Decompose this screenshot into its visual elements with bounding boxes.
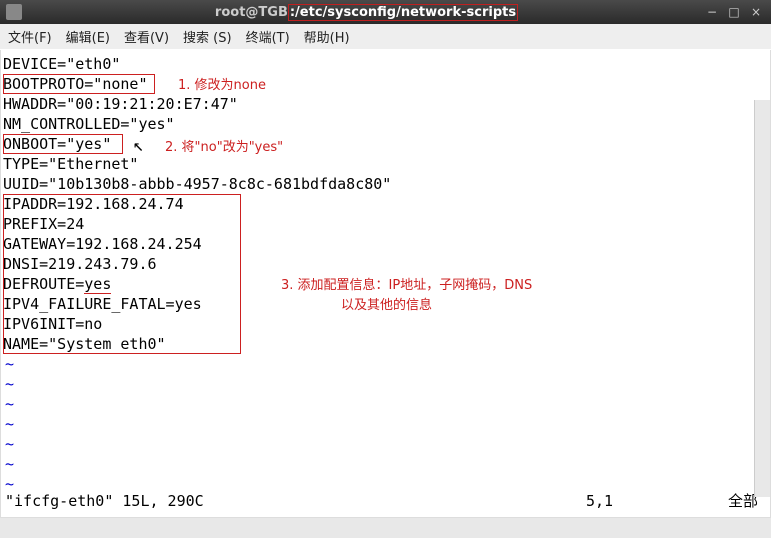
config-line: DEFROUTE=yes	[3, 274, 768, 294]
config-line: IPV4_FAILURE_FATAL=yes	[3, 294, 768, 314]
config-line: DNSI=219.243.79.6	[3, 254, 768, 274]
maximize-button[interactable]: □	[725, 4, 743, 20]
config-line: GATEWAY=192.168.24.254	[3, 234, 768, 254]
config-line: DEVICE="eth0"	[3, 54, 768, 74]
menu-file[interactable]: 文件(F)	[8, 27, 52, 46]
menu-terminal[interactable]: 终端(T)	[246, 27, 290, 46]
window-title: root@TGB:/etc/sysconfig/network-scripts	[30, 5, 703, 20]
menu-bar: 文件(F) 编辑(E) 查看(V) 搜索 (S) 终端(T) 帮助(H)	[0, 24, 771, 50]
vim-empty-line: ~	[3, 454, 768, 474]
vim-empty-line: ~	[3, 434, 768, 454]
defroute-yes: yes	[84, 275, 111, 294]
status-filename: "ifcfg-eth0" 15L, 290C	[5, 491, 586, 511]
menu-edit[interactable]: 编辑(E)	[66, 27, 110, 46]
config-line: NAME="System eth0"	[3, 334, 768, 354]
config-line: UUID="10b130b8-abbb-4957-8c8c-681bdfda8c…	[3, 174, 768, 194]
terminal-icon	[6, 4, 22, 20]
close-button[interactable]: ×	[747, 4, 765, 20]
status-position: 5,1	[586, 491, 706, 511]
config-line: BOOTPROTO="none"	[3, 74, 768, 94]
minimize-button[interactable]: −	[703, 4, 721, 20]
title-path: :/etc/sysconfig/network-scripts	[290, 5, 516, 20]
terminal-area[interactable]: DEVICE="eth0" BOOTPROTO="none" HWADDR="0…	[0, 50, 771, 518]
scrollbar[interactable]	[754, 100, 770, 497]
window-controls: − □ ×	[703, 4, 765, 20]
vim-empty-line: ~	[3, 414, 768, 434]
vim-empty-line: ~	[3, 354, 768, 374]
config-line: TYPE="Ethernet"	[3, 154, 768, 174]
window-titlebar: root@TGB:/etc/sysconfig/network-scripts …	[0, 0, 771, 24]
config-line: HWADDR="00:19:21:20:E7:47"	[3, 94, 768, 114]
menu-search[interactable]: 搜索 (S)	[183, 27, 232, 46]
config-line: IPV6INIT=no	[3, 314, 768, 334]
vim-status-line: "ifcfg-eth0" 15L, 290C 5,1 全部	[5, 491, 766, 511]
menu-view[interactable]: 查看(V)	[124, 27, 169, 46]
title-user-host: root@TGB	[215, 5, 288, 20]
config-line: NM_CONTROLLED="yes"	[3, 114, 768, 134]
config-line: ONBOOT="yes"	[3, 134, 768, 154]
vim-empty-line: ~	[3, 374, 768, 394]
menu-help[interactable]: 帮助(H)	[304, 27, 350, 46]
config-line: IPADDR=192.168.24.74	[3, 194, 768, 214]
vim-empty-line: ~	[3, 394, 768, 414]
config-line: PREFIX=24	[3, 214, 768, 234]
